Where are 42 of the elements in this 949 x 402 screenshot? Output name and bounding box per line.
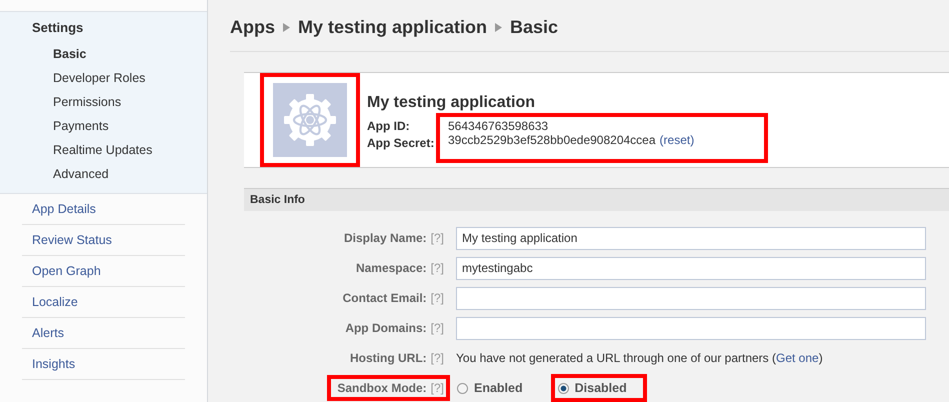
sidebar-subitem[interactable]: Payments [0,114,207,138]
gear-atom-icon [273,83,347,157]
field-label: Contact Email: [342,291,427,305]
breadcrumb-item[interactable]: My testing application [298,17,488,38]
sidebar-subitem[interactable]: Developer Roles [0,66,207,90]
sidebar-heading[interactable]: Settings [0,20,207,42]
field-value: 564346763598633 [448,118,548,132]
text-field[interactable]: mytestingabc [456,256,926,280]
sidebar-item[interactable]: Insights [22,349,185,380]
section-header: Basic Info [244,188,949,211]
radio-button[interactable] [558,382,569,394]
field-value: 39ccb2529b3ef528bb0ede908204ccea [448,132,656,146]
app-name: My testing application [367,94,536,112]
field-label: Sandbox Mode: [337,381,427,395]
breadcrumb-item[interactable]: Apps [230,17,275,38]
text-field[interactable] [456,286,926,310]
radio-label[interactable]: Disabled [574,381,627,395]
sidebar-item[interactable]: Localize [22,287,185,318]
sidebar-item[interactable]: Alerts [22,318,185,349]
sidebar-item[interactable]: Review Status [22,225,185,256]
field-label: App ID: [367,118,411,132]
sidebar-subitem[interactable]: Realtime Updates [0,138,207,162]
sidebar-subitem[interactable]: Permissions [0,90,207,114]
chevron-icon [495,23,502,32]
sidebar-subitem[interactable]: Advanced [0,162,207,186]
hosting-note: You have not generated a URL through one of our partners (Get one) [456,351,823,365]
text-field[interactable] [456,316,926,340]
sidebar-item[interactable]: App Details [22,194,185,225]
radio-label[interactable]: Enabled [474,381,523,395]
reset-link[interactable]: (reset) [660,132,694,146]
field-label: App Secret: [367,134,436,150]
field-label: Hosting URL: [350,351,427,365]
radio-button[interactable] [457,382,468,394]
sidebar-item[interactable]: Open Graph [22,256,185,287]
text-field[interactable]: My testing application [456,226,926,250]
field-label: Display Name: [344,231,427,245]
sidebar-subitem[interactable]: Basic [0,42,207,66]
breadcrumb-item: Basic [510,17,558,38]
field-label: Namespace: [356,261,427,275]
get-one-link[interactable]: Get one [776,351,819,365]
field-label: App Domains: [345,321,427,335]
chevron-icon [283,23,290,32]
